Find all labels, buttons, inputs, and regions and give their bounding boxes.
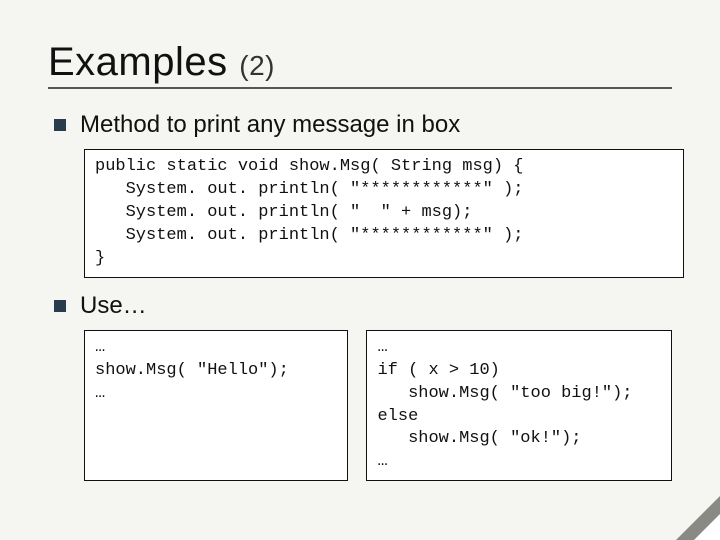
slide: Examples (2) Method to print any message… xyxy=(0,0,720,540)
square-bullet-icon xyxy=(54,300,66,312)
bullet-2: Use… xyxy=(54,292,672,320)
code-block-main: public static void show.Msg( String msg)… xyxy=(84,149,684,278)
code-block-right: … if ( x > 10) show.Msg( "too big!"); el… xyxy=(366,330,672,482)
page-corner-fold-icon xyxy=(676,496,720,540)
code-block-left: … show.Msg( "Hello"); … xyxy=(84,330,348,482)
square-bullet-icon xyxy=(54,119,66,131)
title-main: Examples xyxy=(48,40,228,84)
title-sub: (2) xyxy=(239,50,275,81)
bullet-1: Method to print any message in box xyxy=(54,111,672,139)
slide-title: Examples (2) xyxy=(48,40,672,85)
code-two-col: … show.Msg( "Hello"); … … if ( x > 10) s… xyxy=(84,330,672,482)
bullet-2-text: Use… xyxy=(80,292,147,320)
bullet-1-text: Method to print any message in box xyxy=(80,111,460,139)
title-wrap: Examples (2) xyxy=(48,40,672,89)
